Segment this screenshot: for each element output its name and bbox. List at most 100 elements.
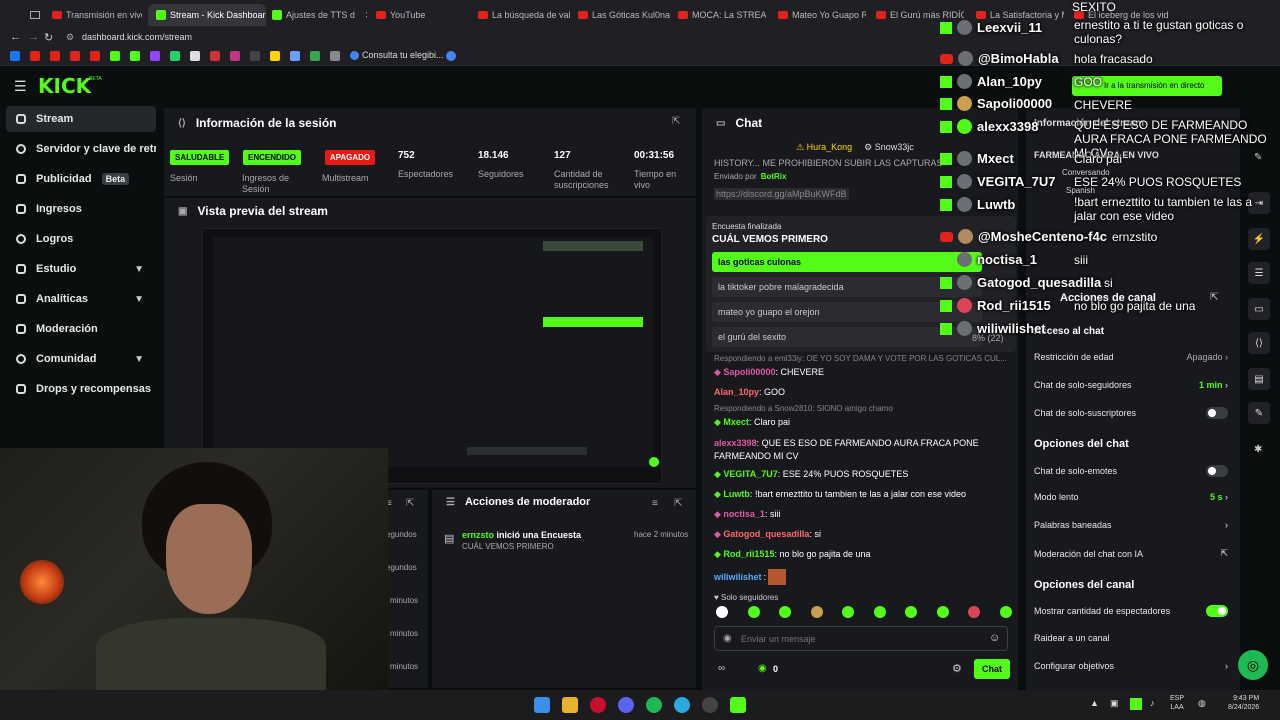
send-chat-button[interactable]: Chat [974,659,1010,679]
kick-logo[interactable]: KICK [38,74,91,98]
sidebar-item-moderation[interactable]: Moderación [6,316,156,342]
pinned-user[interactable]: ⚙ Snow33jc [864,142,914,153]
spotify-icon[interactable] [646,697,662,713]
emote-icon[interactable] [873,606,886,618]
youtube-icon[interactable] [90,51,100,61]
chat-username[interactable]: Rod_rii1515 [723,549,774,559]
tab-kick-dashboard[interactable]: Stream - Kick Dashboard [148,4,266,26]
chat-username[interactable]: wiliwilishet [714,572,762,582]
popout-icon[interactable]: ⇱ [406,498,414,509]
ribbon-button[interactable]: ✎ [1248,402,1270,424]
setting-raid[interactable]: Raidear a un canal [1034,633,1228,643]
support-chat-icon[interactable]: ◎ [1238,650,1268,680]
reload-icon[interactable]: ↻ [44,31,53,44]
opera-icon[interactable] [590,697,606,713]
twitch-icon[interactable] [150,51,160,61]
sidebar-item-studio[interactable]: Estudio ▼ [6,256,156,282]
sidebar-item-server[interactable]: Servidor y clave de retran [6,136,156,162]
kick-icon[interactable] [730,697,746,713]
star-icon[interactable] [270,51,280,61]
filter-icon[interactable]: ≡ [652,498,658,509]
chat-username[interactable]: noctisa_1 [723,509,765,519]
ribbon-button[interactable]: ▭ [1248,298,1270,320]
extension-icon[interactable] [330,51,340,61]
settings-icon[interactable]: ✱ [1254,444,1262,455]
discord-icon[interactable] [618,697,634,713]
popout-icon[interactable]: ⇱ [1210,292,1218,303]
sidebar-item-analytics[interactable]: Analíticas ▼ [6,286,156,312]
clock[interactable]: 9:43 PM 8/24/2026 [1228,694,1259,712]
pinned-user[interactable]: ⚠ Hura_Kong [796,142,852,153]
ribbon-button[interactable]: ⟨⟩ [1248,332,1270,354]
bookmark-google[interactable]: Consulta tu elegibi... [350,50,444,60]
emote-icon[interactable] [999,606,1012,618]
tray-chevron-icon[interactable]: ▲ [1090,698,1099,708]
ribbon-button[interactable]: ☰ [1248,262,1270,284]
emote-icon[interactable] [810,606,823,618]
image-icon[interactable] [210,51,220,61]
popout-icon[interactable]: ⇱ [672,116,680,127]
site-info-icon[interactable]: ⚙ [66,32,74,43]
setting-age-restriction[interactable]: Restricción de edad Apagado › [1034,352,1228,362]
emoji-icon[interactable]: ☺ [989,632,1000,644]
drive-icon[interactable] [310,51,320,61]
chat-username[interactable]: Mxect [723,417,749,427]
go-live-button[interactable]: Ir a la transmisión en directo [1104,81,1205,90]
emote-icon[interactable] [936,606,949,618]
link-icon[interactable]: ∞ [718,663,725,674]
file-explorer-icon[interactable] [562,697,578,713]
gear-icon[interactable]: ⚙ [952,662,962,675]
instagram-icon[interactable] [190,51,200,61]
setting-ai-moderation[interactable]: Moderación del chat con IA ⇱ [1034,548,1228,559]
sidebar-item-ads[interactable]: Publicidad Beta [6,166,156,192]
language-indicator[interactable]: ESP LAA [1170,694,1184,712]
chat-message-input[interactable] [741,631,981,647]
tab-goticas[interactable]: Las Góticas Kul0nas [578,6,670,24]
chat-username[interactable]: Gatogod_quesadilla [723,529,809,539]
emote-icon[interactable] [905,606,918,618]
emote-icon[interactable] [842,606,855,618]
network-icon[interactable]: ◍ [1198,698,1206,709]
youtube-icon[interactable] [70,51,80,61]
tab-moca[interactable]: MOCA: La STREAMER [678,6,766,24]
show-viewers-toggle[interactable] [1206,605,1228,617]
emote-icon[interactable] [747,606,760,618]
chat-username[interactable]: Luwtb [723,489,750,499]
facebook-icon[interactable] [10,51,20,61]
emote-only-toggle[interactable] [1206,465,1228,477]
tab-busqueda[interactable]: La búsqueda de valo [478,6,570,24]
chat-username[interactable]: Alan_10py [714,387,759,397]
tab-menu-icon[interactable] [30,6,40,24]
tab-youtube[interactable]: YouTube [376,6,456,24]
close-tab-icon[interactable]: ✕ [365,10,367,21]
emote-icon[interactable] [779,606,792,618]
forward-icon[interactable]: → [28,31,39,43]
ribbon-button[interactable]: ⚡ [1248,228,1270,250]
setting-banned-words[interactable]: Palabras baneadas › [1034,520,1228,530]
chat-username[interactable]: VEGITA_7U7 [723,469,777,479]
sidebar-item-stream[interactable]: Stream [6,106,156,132]
tray-icon[interactable] [1130,698,1142,710]
chat-settings-icon[interactable]: ◉ [723,633,732,644]
kick-icon[interactable] [130,51,140,61]
tab-tts[interactable]: Ajustes de TTS d✕ [272,6,367,24]
emote-icon[interactable] [968,606,981,618]
youtube-icon[interactable] [50,51,60,61]
sidebar-item-community[interactable]: Comunidad ▼ [6,346,156,372]
back-icon[interactable]: ← [10,31,21,43]
windows-start-icon[interactable] [534,697,550,713]
youtube-icon[interactable] [30,51,40,61]
hamburger-menu-icon[interactable]: ☰ [14,78,27,95]
url-input[interactable]: dashboard.kick.com/stream [82,32,192,42]
setting-goals[interactable]: Configurar objetivos › [1034,661,1228,671]
browser-icon[interactable] [674,697,690,713]
whatsapp-icon[interactable] [170,51,180,61]
mic-icon[interactable]: ♪ [1150,698,1155,708]
kick-icon[interactable] [110,51,120,61]
tray-icon[interactable]: ▣ [1110,698,1119,709]
sidebar-item-income[interactable]: Ingresos [6,196,156,222]
bot-name[interactable]: BotRix [761,172,787,181]
x-icon[interactable] [250,51,260,61]
popout-icon[interactable]: ⇱ [674,498,682,509]
chat-username[interactable]: Sapoli00000 [723,367,775,377]
